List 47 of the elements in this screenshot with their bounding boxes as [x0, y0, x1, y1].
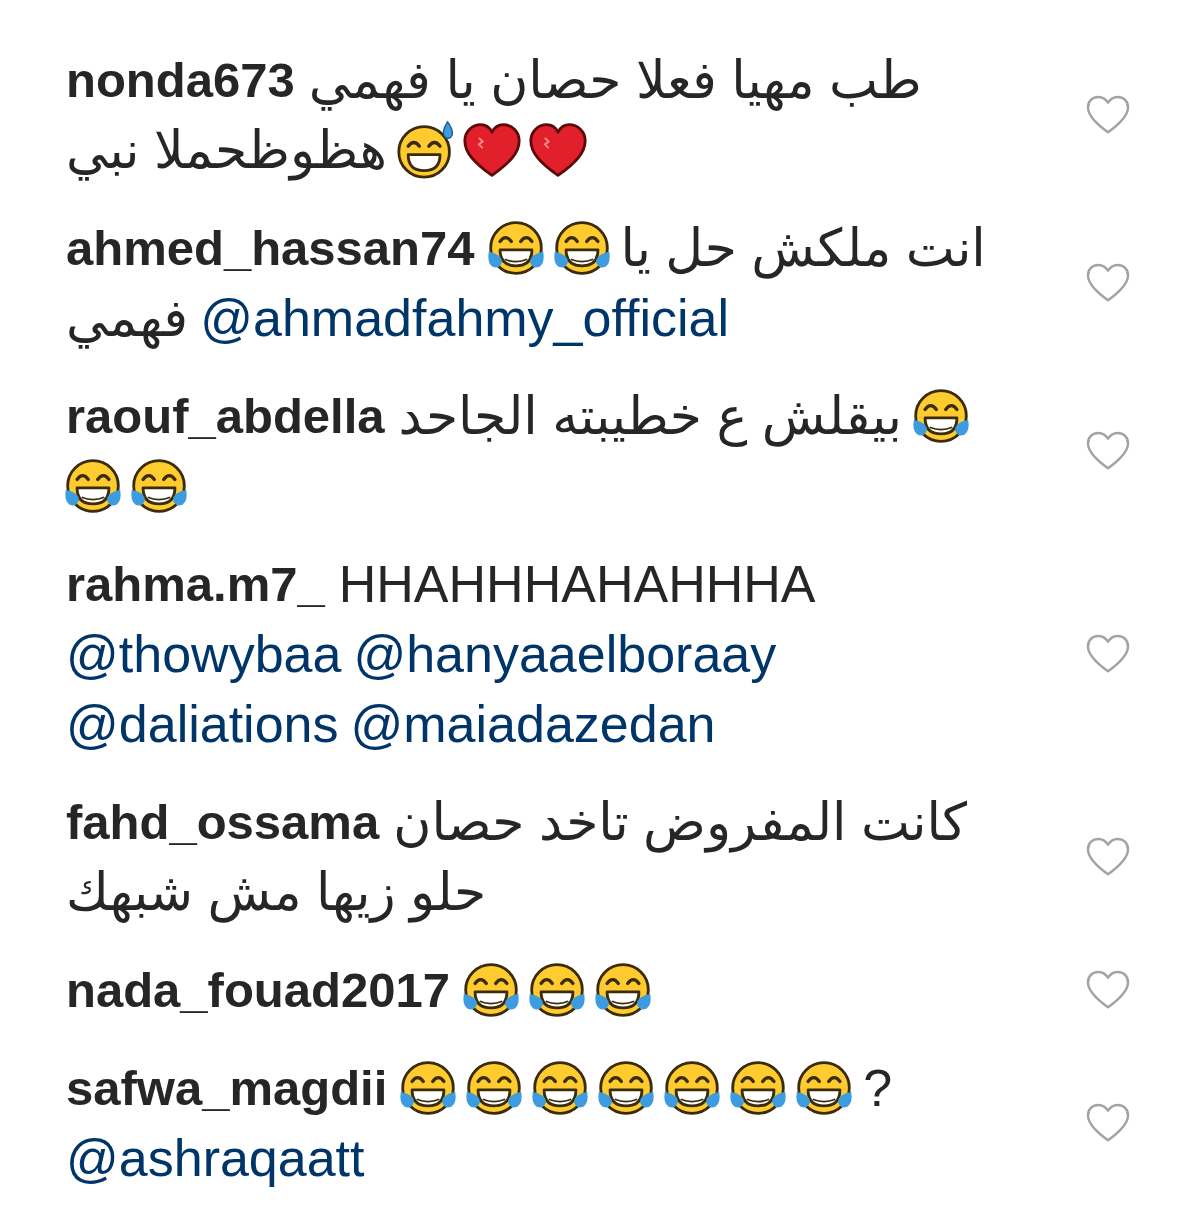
heart-icon	[461, 120, 522, 180]
laughing-tears-face-icon	[485, 218, 546, 278]
mention-link[interactable]: @ahmadfahmy_official	[200, 288, 729, 348]
username-link[interactable]: rahma.m7_	[66, 556, 325, 612]
like-heart-icon[interactable]	[1086, 95, 1130, 135]
comment-text: HHAHHHAHAHHHA	[338, 554, 816, 614]
mention-link[interactable]: @maiadazedan	[350, 694, 716, 754]
username-link[interactable]: nada_fouad2017	[66, 962, 450, 1018]
comment-text: بيقلش ع خطيبته الجاحد	[398, 386, 902, 446]
heart-icon	[527, 120, 588, 180]
laughing-tears-face-icon	[794, 1058, 855, 1118]
laughing-tears-face-icon	[398, 1058, 459, 1118]
comment-text: فهمي	[66, 288, 189, 348]
like-heart-icon[interactable]	[1086, 1103, 1130, 1143]
comment-text: ?	[863, 1058, 893, 1118]
like-heart-icon[interactable]	[1086, 263, 1130, 303]
laughing-tears-face-icon	[530, 1058, 591, 1118]
like-heart-icon[interactable]	[1086, 431, 1130, 471]
comment-text: هظوظحملا نبي	[66, 120, 387, 180]
like-heart-icon[interactable]	[1086, 634, 1130, 674]
laughing-tears-face-icon	[728, 1058, 789, 1118]
mention-link[interactable]: @thowybaa	[66, 624, 342, 684]
mention-link[interactable]: @ashraqaatt	[66, 1128, 365, 1188]
username-link[interactable]: fahd_ossama	[66, 794, 380, 850]
laughing-tears-face-icon	[662, 1058, 723, 1118]
username-link[interactable]: safwa_magdii	[66, 1060, 388, 1116]
username-link[interactable]: nonda673	[66, 52, 295, 108]
sweat-smile-face-icon	[395, 120, 456, 180]
laughing-tears-face-icon	[596, 1058, 657, 1118]
laughing-tears-face-icon	[464, 1058, 525, 1118]
laughing-tears-face-icon	[129, 456, 189, 516]
like-heart-icon[interactable]	[1086, 970, 1130, 1010]
username-link[interactable]: raouf_abdella	[66, 388, 385, 444]
comment-text: حلو زيها مش شبهك	[66, 862, 487, 922]
laughing-tears-face-icon	[461, 960, 521, 1020]
laughing-tears-face-icon	[910, 386, 971, 446]
mention-link[interactable]: @daliations	[66, 694, 339, 754]
username-link[interactable]: ahmed_hassan74	[66, 220, 475, 276]
laughing-tears-face-icon	[63, 456, 123, 516]
mention-link[interactable]: @hanyaaelboraay	[353, 624, 777, 684]
laughing-tears-face-icon	[551, 218, 612, 278]
laughing-tears-face-icon	[593, 960, 653, 1020]
comment-text: انت ملكش حل يا	[620, 218, 986, 278]
like-heart-icon[interactable]	[1086, 837, 1130, 877]
comment-text: طب مهيا فعلا حصان يا فهمي	[308, 50, 922, 110]
comment-text: كانت المفروض تاخد حصان	[393, 792, 968, 852]
laughing-tears-face-icon	[527, 960, 587, 1020]
